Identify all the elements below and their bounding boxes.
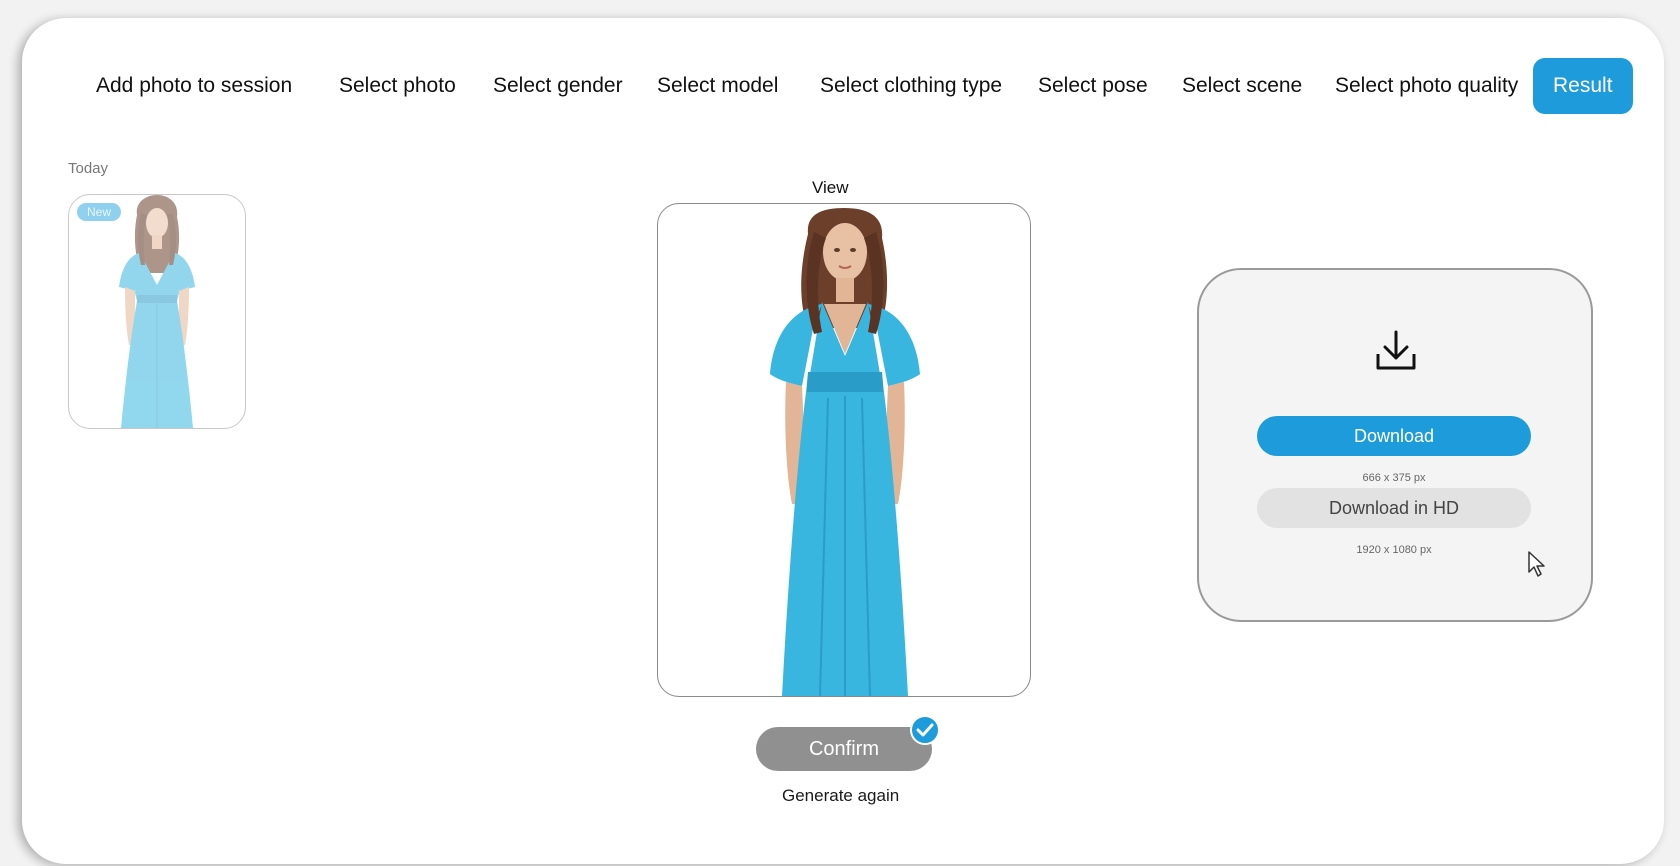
nav-step-select-clothing-type[interactable]: Select clothing type xyxy=(820,58,1002,114)
nav-step-select-model[interactable]: Select model xyxy=(657,58,778,114)
nav-step-select-photo-quality[interactable]: Select photo quality xyxy=(1335,58,1518,114)
new-badge: New xyxy=(77,203,122,221)
download-hd-size-label: 1920 x 1080 px xyxy=(1356,544,1432,556)
history-thumbnail[interactable]: New xyxy=(68,194,246,429)
nav-step-result[interactable]: Result xyxy=(1533,58,1633,114)
generate-again-link[interactable]: Generate again xyxy=(782,786,899,806)
download-hd-button[interactable]: Download in HD xyxy=(1257,488,1531,528)
download-icon xyxy=(1376,330,1416,370)
mouse-cursor-icon xyxy=(1528,551,1545,577)
model-photo-thumbnail xyxy=(119,195,195,428)
nav-step-select-scene[interactable]: Select scene xyxy=(1182,58,1302,114)
confirm-button[interactable]: Confirm xyxy=(756,727,932,771)
history-group-label: Today xyxy=(68,160,109,177)
download-size-label: 666 x 375 px xyxy=(1362,472,1426,484)
nav-step-add-photo[interactable]: Add photo to session xyxy=(96,58,292,114)
nav-step-select-pose[interactable]: Select pose xyxy=(1038,58,1148,114)
step-navigation: Add photo to session Select photo Select… xyxy=(22,58,1664,114)
download-button[interactable]: Download xyxy=(1257,416,1531,456)
view-title: View xyxy=(812,178,849,197)
checkmark-icon xyxy=(910,715,940,745)
nav-step-select-photo[interactable]: Select photo xyxy=(339,58,456,114)
nav-step-select-gender[interactable]: Select gender xyxy=(493,58,623,114)
main-card: Add photo to session Select photo Select… xyxy=(22,18,1664,864)
view-image-frame xyxy=(657,203,1031,697)
model-photo-preview xyxy=(770,208,920,696)
